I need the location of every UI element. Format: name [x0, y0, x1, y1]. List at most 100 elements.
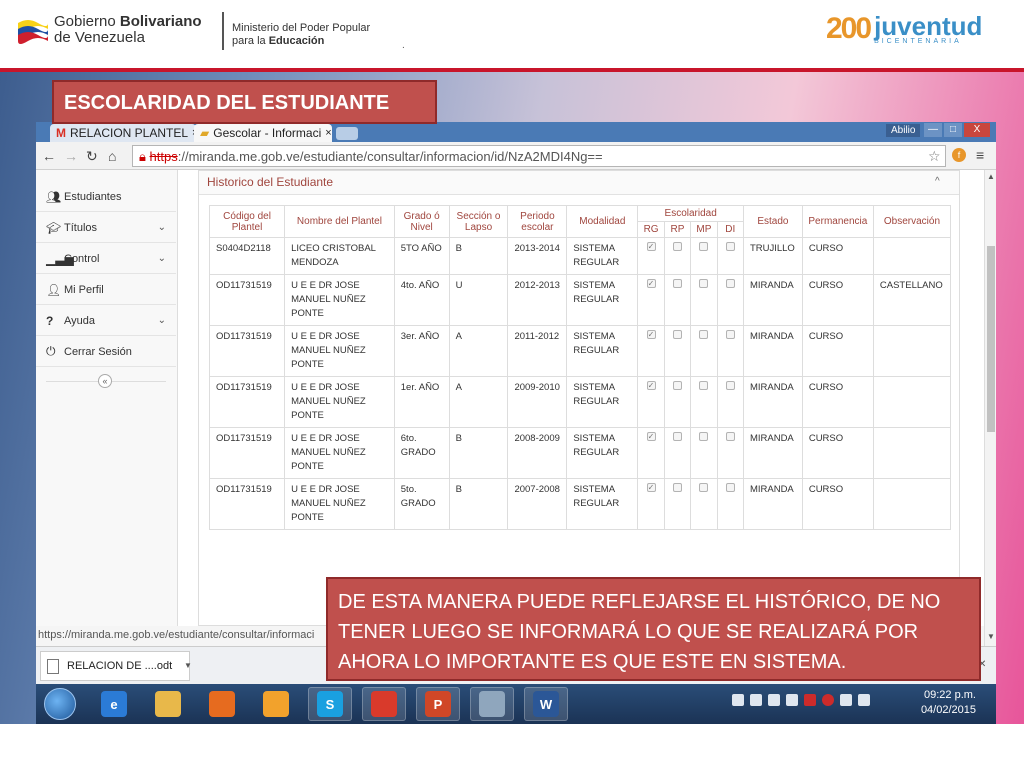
escolaridad-checkbox[interactable] — [646, 379, 656, 393]
escolaridad-checkbox[interactable] — [699, 483, 709, 492]
windows-start-icon[interactable] — [44, 688, 76, 720]
scroll-up-icon[interactable]: ▲ — [987, 172, 995, 181]
escolaridad-checkbox[interactable] — [672, 483, 682, 492]
escolaridad-checkbox[interactable] — [646, 240, 656, 254]
taskbar-app[interactable]: P — [416, 687, 460, 721]
escolaridad-checkbox[interactable] — [725, 279, 735, 288]
sidebar-item-cerrar-sesion[interactable]: ⏻ Cerrar Sesión — [36, 337, 176, 367]
cell-escolaridad — [690, 237, 718, 275]
browser-user[interactable]: Abilio — [886, 124, 921, 137]
cell-escolaridad — [663, 237, 692, 275]
tray-icon[interactable] — [768, 694, 780, 706]
col-periodo: Periodo escolar — [507, 205, 568, 238]
taskbar-app[interactable] — [254, 687, 298, 721]
chevron-down-icon[interactable]: ▼ — [184, 661, 192, 670]
scroll-thumb[interactable] — [987, 246, 995, 432]
cell-escolaridad — [690, 478, 718, 530]
firefox-icon — [209, 691, 235, 717]
sidebar-item-titulos[interactable]: 🎓︎ Títulos ⌄ — [36, 213, 176, 243]
new-tab-button[interactable] — [336, 127, 358, 140]
escolaridad-checkbox[interactable] — [699, 242, 709, 251]
vertical-scrollbar[interactable]: ▲ ▼ — [984, 170, 996, 646]
tray-icon[interactable] — [750, 694, 762, 706]
escolaridad-checkbox[interactable] — [725, 381, 735, 390]
volume-icon[interactable] — [858, 694, 870, 706]
skype-icon: S — [317, 691, 343, 717]
escolaridad-checkbox[interactable] — [646, 277, 656, 291]
scroll-down-icon[interactable]: ▼ — [987, 632, 995, 641]
taskbar-app[interactable] — [362, 687, 406, 721]
taskbar-app[interactable]: S — [308, 687, 352, 721]
extension-icon[interactable]: f — [952, 148, 966, 162]
tab-gescolar[interactable]: ▰ Gescolar - Informaci × — [194, 124, 332, 142]
sidebar-item-control[interactable]: ▁▃▅ Control ⌄ — [36, 244, 176, 274]
escolaridad-checkbox[interactable] — [725, 242, 735, 251]
tray-icon[interactable] — [732, 694, 744, 706]
reload-icon[interactable]: ↻ — [86, 148, 98, 165]
chevron-up-icon[interactable]: ^ — [935, 176, 940, 187]
escolaridad-checkbox[interactable] — [699, 279, 709, 288]
maximize-button[interactable]: □ — [944, 123, 962, 137]
forward-arrow-icon[interactable]: → — [64, 148, 78, 164]
table-row: OD11731519 U E E DR JOSE MANUEL NUÑEZ PON… — [208, 274, 952, 326]
cell-estado: MIRANDA — [742, 427, 803, 479]
back-arrow-icon[interactable]: ← — [42, 148, 56, 164]
taskbar-app[interactable] — [200, 687, 244, 721]
bookmark-star-icon[interactable]: ☆ — [928, 148, 941, 165]
page-viewport: 👥︎ Estudiantes 🎓︎ Títulos ⌄ ▁▃▅ Control … — [36, 170, 984, 626]
home-icon[interactable]: ⌂ — [108, 148, 116, 164]
sidebar-item-mi-perfil[interactable]: 👤︎ Mi Perfil — [36, 275, 176, 305]
antivirus-tray-icon[interactable] — [822, 694, 834, 706]
col-seccion: Sección o Lapso — [448, 205, 509, 238]
tray-icon[interactable] — [786, 694, 798, 706]
col-nombre: Nombre del Plantel — [284, 205, 395, 238]
cell-nombre: U E E DR JOSE MANUEL NUÑEZ PONTE — [284, 376, 395, 428]
escolaridad-checkbox[interactable] — [646, 481, 656, 495]
ministry-line2-bold: Educación — [268, 35, 325, 47]
cell-seccion: B — [448, 427, 509, 479]
minimize-button[interactable]: — — [924, 123, 942, 137]
download-item[interactable]: RELACION DE ....odt — [40, 651, 190, 681]
taskbar-clock[interactable]: 09:22 p.m. 04/02/2015 — [916, 688, 976, 718]
escolaridad-checkbox[interactable] — [672, 381, 682, 390]
flag-tray-icon[interactable] — [840, 694, 852, 706]
escolaridad-checkbox[interactable] — [672, 279, 682, 288]
cell-modalidad: SISTEMA REGULAR — [566, 274, 639, 326]
cell-permanencia: CURSO — [801, 376, 874, 428]
taskbar-app[interactable]: W — [524, 687, 568, 721]
taskbar-app[interactable]: e — [92, 687, 136, 721]
escolaridad-checkbox[interactable] — [699, 432, 709, 441]
historico-panel: Historico del Estudiante ^ Código del Pl… — [198, 170, 960, 626]
escolaridad-checkbox[interactable] — [646, 328, 656, 342]
escolaridad-checkbox[interactable] — [699, 381, 709, 390]
escolaridad-checkbox[interactable] — [672, 432, 682, 441]
close-window-button[interactable]: X — [964, 123, 990, 137]
sidebar-collapse-button[interactable]: « — [98, 374, 112, 388]
address-bar[interactable]: 🔒︎ https://miranda.me.gob.ve/estudiante/… — [132, 145, 946, 167]
escolaridad-checkbox[interactable] — [646, 430, 656, 444]
sidebar-item-estudiantes[interactable]: 👥︎ Estudiantes — [36, 182, 176, 212]
escolaridad-checkbox[interactable] — [725, 483, 735, 492]
taskbar-app[interactable] — [146, 687, 190, 721]
cell-escolaridad — [637, 274, 665, 326]
escolaridad-checkbox[interactable] — [672, 242, 682, 251]
folder-icon: ▰ — [200, 126, 210, 140]
chrome-icon — [371, 691, 397, 717]
cell-seccion: A — [448, 325, 509, 377]
pdf-tray-icon[interactable] — [804, 694, 816, 706]
sidebar-item-label: Títulos — [64, 221, 98, 234]
menu-icon[interactable]: ≡ — [976, 147, 984, 163]
cell-permanencia: CURSO — [801, 274, 874, 326]
escolaridad-checkbox[interactable] — [672, 330, 682, 339]
windows-taskbar: e S P W 09:22 p.m. 04/02/2015 — [36, 684, 996, 724]
tab-gmail[interactable]: M RELACION PLANTEL × — [50, 124, 196, 142]
escolaridad-checkbox[interactable] — [725, 330, 735, 339]
cell-periodo: 2009-2010 — [507, 376, 568, 428]
cell-escolaridad — [663, 427, 692, 479]
escolaridad-checkbox[interactable] — [725, 432, 735, 441]
escolaridad-checkbox[interactable] — [699, 330, 709, 339]
sidebar-item-ayuda[interactable]: ? Ayuda ⌄ — [36, 306, 176, 336]
taskbar-app[interactable] — [470, 687, 514, 721]
cell-codigo: OD11731519 — [208, 478, 286, 530]
close-icon[interactable]: × — [325, 127, 331, 139]
